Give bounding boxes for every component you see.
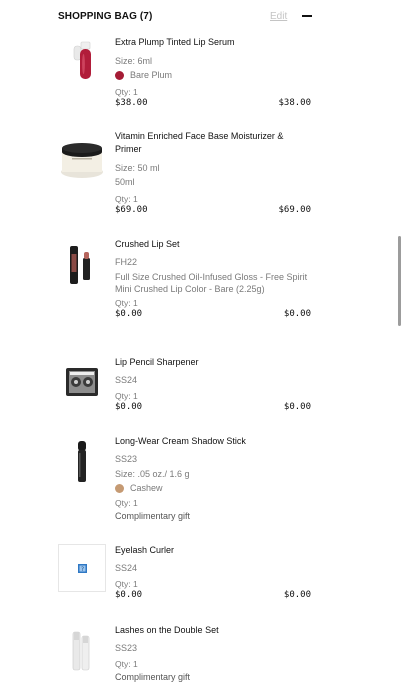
item-name[interactable]: Crushed Lip Set [115,238,311,251]
mascara-set-icon [58,628,106,676]
total-price: $38.00 [278,98,311,108]
total-price: $69.00 [278,205,311,215]
shade-swatch [115,70,124,80]
item-qty: Qty: 1 [115,579,138,589]
item-component: Full Size Crushed Oil-Infused Gloss - Fr… [115,272,308,282]
item-name[interactable]: Extra Plump Tinted Lip Serum [115,36,311,49]
item-size: Size: .05 oz./ 1.6 g [115,469,190,479]
total-price: $0.00 [283,590,311,600]
item-size: Size: 6ml [115,56,153,66]
lip-serum-tube-icon [58,40,106,88]
item-name[interactable]: Eyelash Curler [115,544,311,557]
item-name[interactable]: Lip Pencil Sharpener [115,356,311,369]
lip-set-icon [58,242,106,290]
item-shade: Cashew [115,481,311,495]
item-shade: Bare Plum [115,68,311,82]
item-prices: $0.00 $0.00 [115,402,311,414]
item-qty: Qty: 1 [115,87,138,97]
item-prices: $38.00 $38.00 [115,98,311,110]
item-code: SS24 [115,563,138,573]
total-price: $0.00 [283,309,311,319]
item-prices: $0.00 $0.00 [115,590,311,602]
item-qty: Qty: 1 [115,659,138,669]
item-qty: Qty: 1 [115,194,138,204]
item-prices: $0.00 $0.00 [115,309,311,321]
item-code: SS23 [115,454,138,464]
shade-label: Cashew [130,483,163,493]
unit-price: $0.00 [115,402,143,412]
shade-label: Bare Plum [130,70,173,80]
item-code: FH22 [115,257,138,267]
shade-swatch [115,483,124,493]
item-size: Size: 50 ml [115,163,160,173]
svg-text:?: ? [81,566,84,573]
total-price: $0.00 [283,402,311,412]
item-qty: Qty: 1 [115,498,138,508]
item-prices: $69.00 $69.00 [115,205,311,217]
item-component: Mini Crushed Lip Color - Bare (2.25g) [115,284,265,294]
moisturizer-jar-icon [58,138,106,186]
bag-title: SHOPPING BAG (7) [58,11,153,22]
edit-link[interactable]: Edit [270,11,287,22]
shadow-stick-icon [58,439,106,487]
unit-price: $0.00 [115,590,143,600]
unit-price: $38.00 [115,98,148,108]
item-qty: Qty: 1 [115,298,138,308]
item-name[interactable]: Long-Wear Cream Shadow Stick [115,435,311,448]
gift-label: Complimentary gift [115,672,191,682]
item-code: SS23 [115,643,138,653]
collapse-icon[interactable] [301,9,313,21]
item-variant: 50ml [115,177,135,187]
item-code: SS24 [115,375,138,385]
placeholder-image-icon: ? [58,544,106,592]
item-name[interactable]: Vitamin Enriched Face Base Moisturizer &… [115,130,311,156]
sharpener-icon [58,360,106,408]
bag-header: SHOPPING BAG (7) Edit [0,0,405,34]
scrollbar[interactable] [398,236,401,326]
item-name[interactable]: Lashes on the Double Set [115,624,311,637]
gift-label: Complimentary gift [115,511,191,521]
unit-price: $69.00 [115,205,148,215]
unit-price: $0.00 [115,309,143,319]
item-qty: Qty: 1 [115,391,138,401]
